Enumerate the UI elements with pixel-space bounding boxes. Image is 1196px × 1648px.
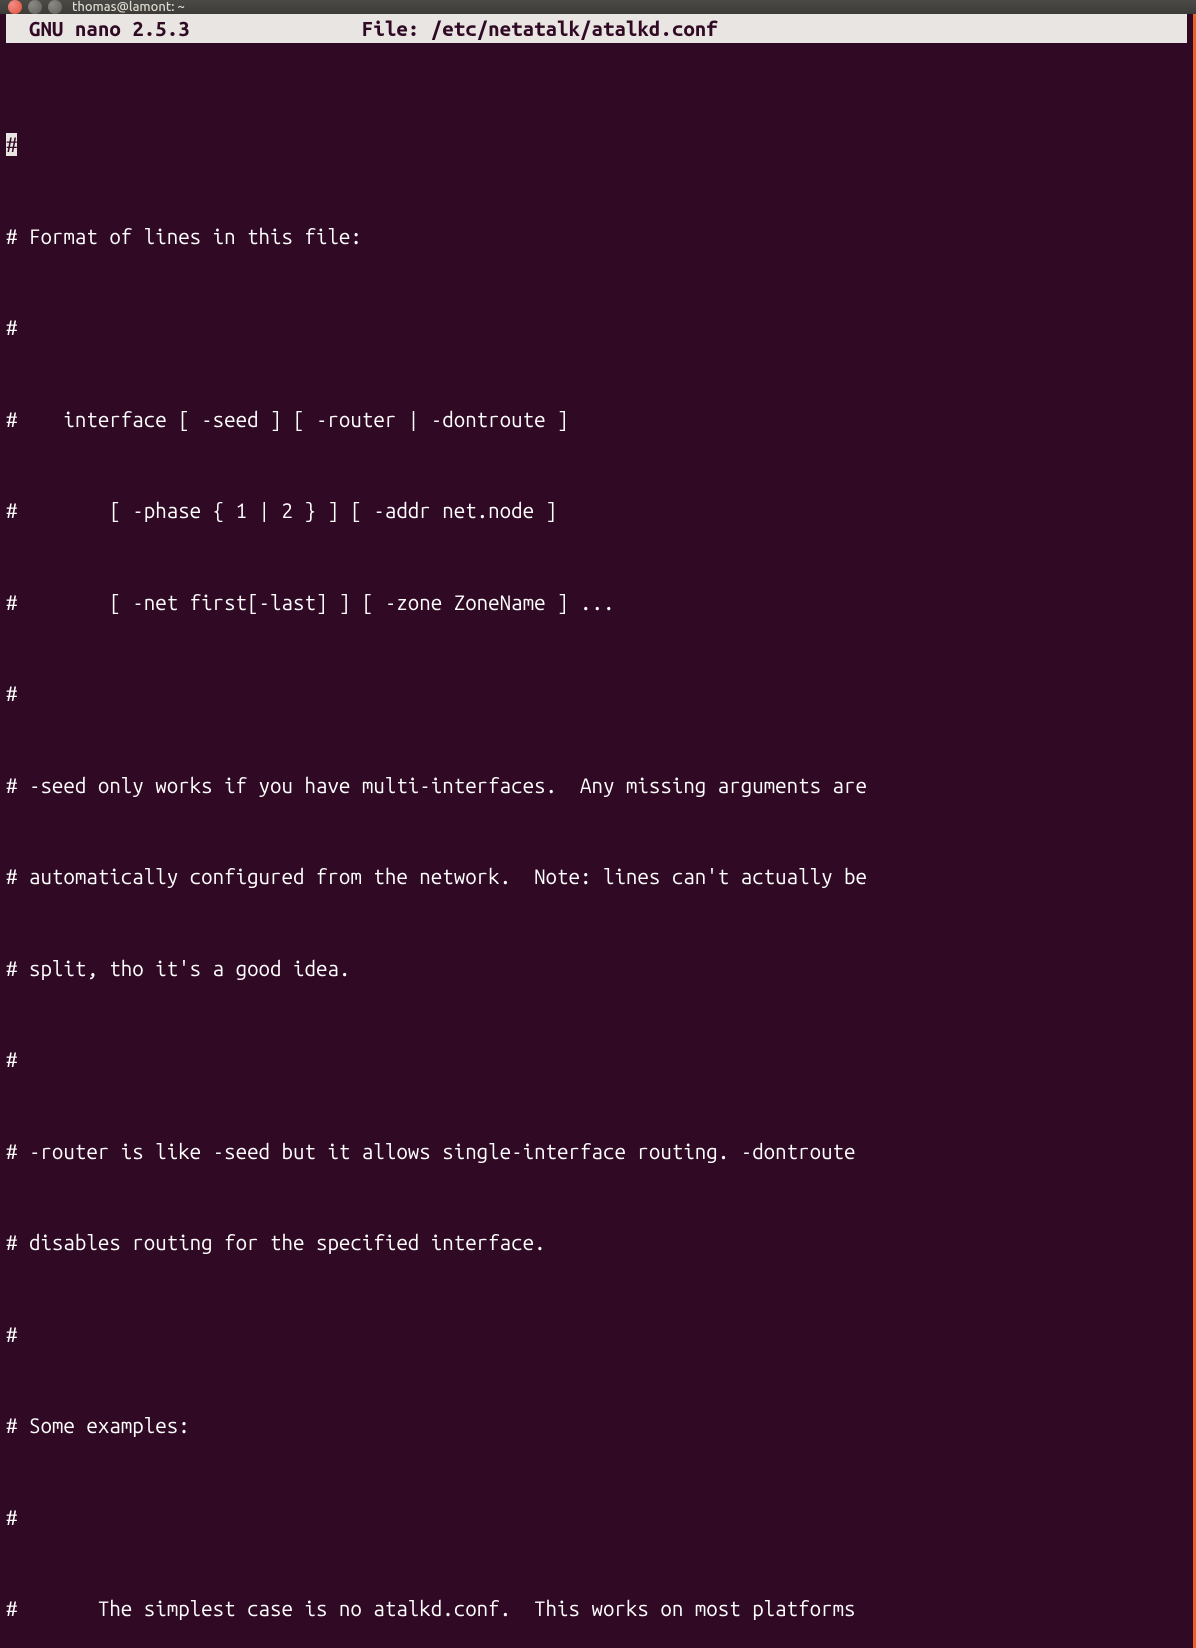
nano-file-label: File: /etc/netatalk/atalkd.conf — [362, 14, 718, 43]
editor-line[interactable]: # automatically configured from the netw… — [6, 862, 1187, 893]
editor-line[interactable]: # [ -phase { 1 | 2 } ] [ -addr net.node … — [6, 496, 1187, 527]
editor-line[interactable]: # Some examples: — [6, 1411, 1187, 1442]
editor-line[interactable]: # split, tho it's a good idea. — [6, 954, 1187, 985]
window-titlebar: thomas@lamont: ~ — [0, 0, 1196, 14]
editor-line[interactable]: # [ -net first[-last] ] [ -zone ZoneName… — [6, 588, 1187, 619]
nano-version: GNU nano 2.5.3 — [6, 14, 190, 43]
editor-line-cursor[interactable]: # — [6, 130, 1187, 161]
window-controls — [8, 0, 62, 14]
editor-line[interactable]: # disables routing for the specified int… — [6, 1228, 1187, 1259]
editor-line[interactable]: # The simplest case is no atalkd.conf. T… — [6, 1594, 1187, 1625]
cursor: # — [6, 133, 17, 156]
nano-header: GNU nano 2.5.3 File: /etc/netatalk/atalk… — [6, 14, 1187, 43]
editor-line[interactable]: # -router is like -seed but it allows si… — [6, 1137, 1187, 1168]
editor-line[interactable]: # — [6, 1320, 1187, 1351]
editor-line[interactable]: # — [6, 1045, 1187, 1076]
editor-line[interactable]: # interface [ -seed ] [ -router | -dontr… — [6, 405, 1187, 436]
terminal[interactable]: GNU nano 2.5.3 File: /etc/netatalk/atalk… — [0, 14, 1196, 1648]
editor-line[interactable]: # — [6, 313, 1187, 344]
editor-line[interactable]: # — [6, 1503, 1187, 1534]
editor-line[interactable]: # — [6, 679, 1187, 710]
maximize-icon[interactable] — [48, 0, 62, 14]
window-title: thomas@lamont: ~ — [72, 0, 185, 14]
close-icon[interactable] — [8, 0, 22, 14]
spacer — [190, 14, 362, 43]
editor-line[interactable]: # Format of lines in this file: — [6, 222, 1187, 253]
editor-line[interactable]: # -seed only works if you have multi-int… — [6, 771, 1187, 802]
minimize-icon[interactable] — [28, 0, 42, 14]
editor-content[interactable]: # # Format of lines in this file: # # in… — [0, 69, 1193, 1648]
